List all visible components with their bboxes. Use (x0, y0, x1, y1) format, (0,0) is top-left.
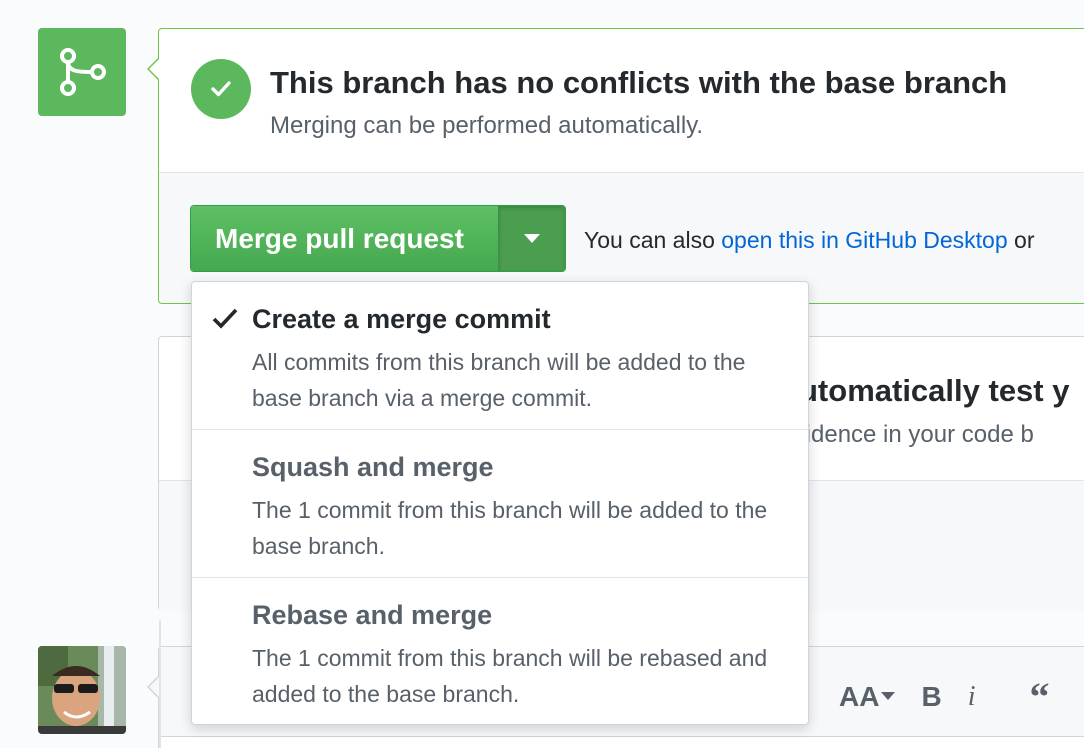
merge-method-menu: Create a merge commit All commits from t… (191, 281, 809, 725)
bold-tool-button[interactable]: B (921, 681, 941, 713)
menu-item-title: Create a merge commit (252, 304, 551, 334)
menu-item-create-merge-commit[interactable]: Create a merge commit All commits from t… (192, 282, 808, 430)
merge-button-group: Merge pull request (190, 205, 566, 272)
alternative-options-text: You can also open this in GitHub Desktop… (584, 227, 1035, 254)
merge-panel: This branch has no conflicts with the ba… (147, 28, 1084, 304)
heading-icon: AA (839, 680, 880, 712)
git-merge-icon (38, 28, 126, 116)
also-prefix: You can also (584, 227, 722, 253)
menu-item-rebase-and-merge[interactable]: Rebase and merge The 1 commit from this … (192, 578, 808, 724)
merge-status: This branch has no conflicts with the ba… (159, 29, 1084, 173)
check-circle-icon (191, 59, 251, 119)
also-suffix: or (1007, 227, 1035, 253)
markdown-toolbar: AA B i “ (839, 673, 1049, 720)
menu-item-title: Squash and merge (252, 452, 494, 482)
merge-method-dropdown-button[interactable] (499, 206, 565, 271)
italic-tool-button[interactable]: i (968, 681, 976, 713)
menu-item-squash-and-merge[interactable]: Squash and merge The 1 commit from this … (192, 430, 808, 578)
triangle-down-icon (524, 233, 540, 243)
check-icon (212, 308, 238, 329)
caret-down-icon (881, 692, 896, 700)
open-in-desktop-link[interactable]: open this in GitHub Desktop (721, 227, 1007, 253)
heading-tool-button[interactable]: AA (839, 680, 896, 713)
avatar[interactable] (38, 646, 126, 734)
menu-item-description: The 1 commit from this branch will be re… (252, 645, 768, 707)
merge-pull-request-button[interactable]: Merge pull request (191, 206, 499, 271)
merge-status-subtitle: Merging can be performed automatically. (270, 112, 704, 139)
menu-item-title: Rebase and merge (252, 600, 493, 630)
menu-item-description: The 1 commit from this branch will be ad… (252, 497, 768, 559)
merge-status-title: This branch has no conflicts with the ba… (270, 65, 1008, 100)
quote-tool-button[interactable]: “ (1029, 673, 1049, 720)
menu-item-description: All commits from this branch will be add… (252, 349, 746, 411)
ci-subtitle: fidence in your code b (799, 421, 1034, 448)
ci-title: utomatically test y (799, 373, 1070, 408)
